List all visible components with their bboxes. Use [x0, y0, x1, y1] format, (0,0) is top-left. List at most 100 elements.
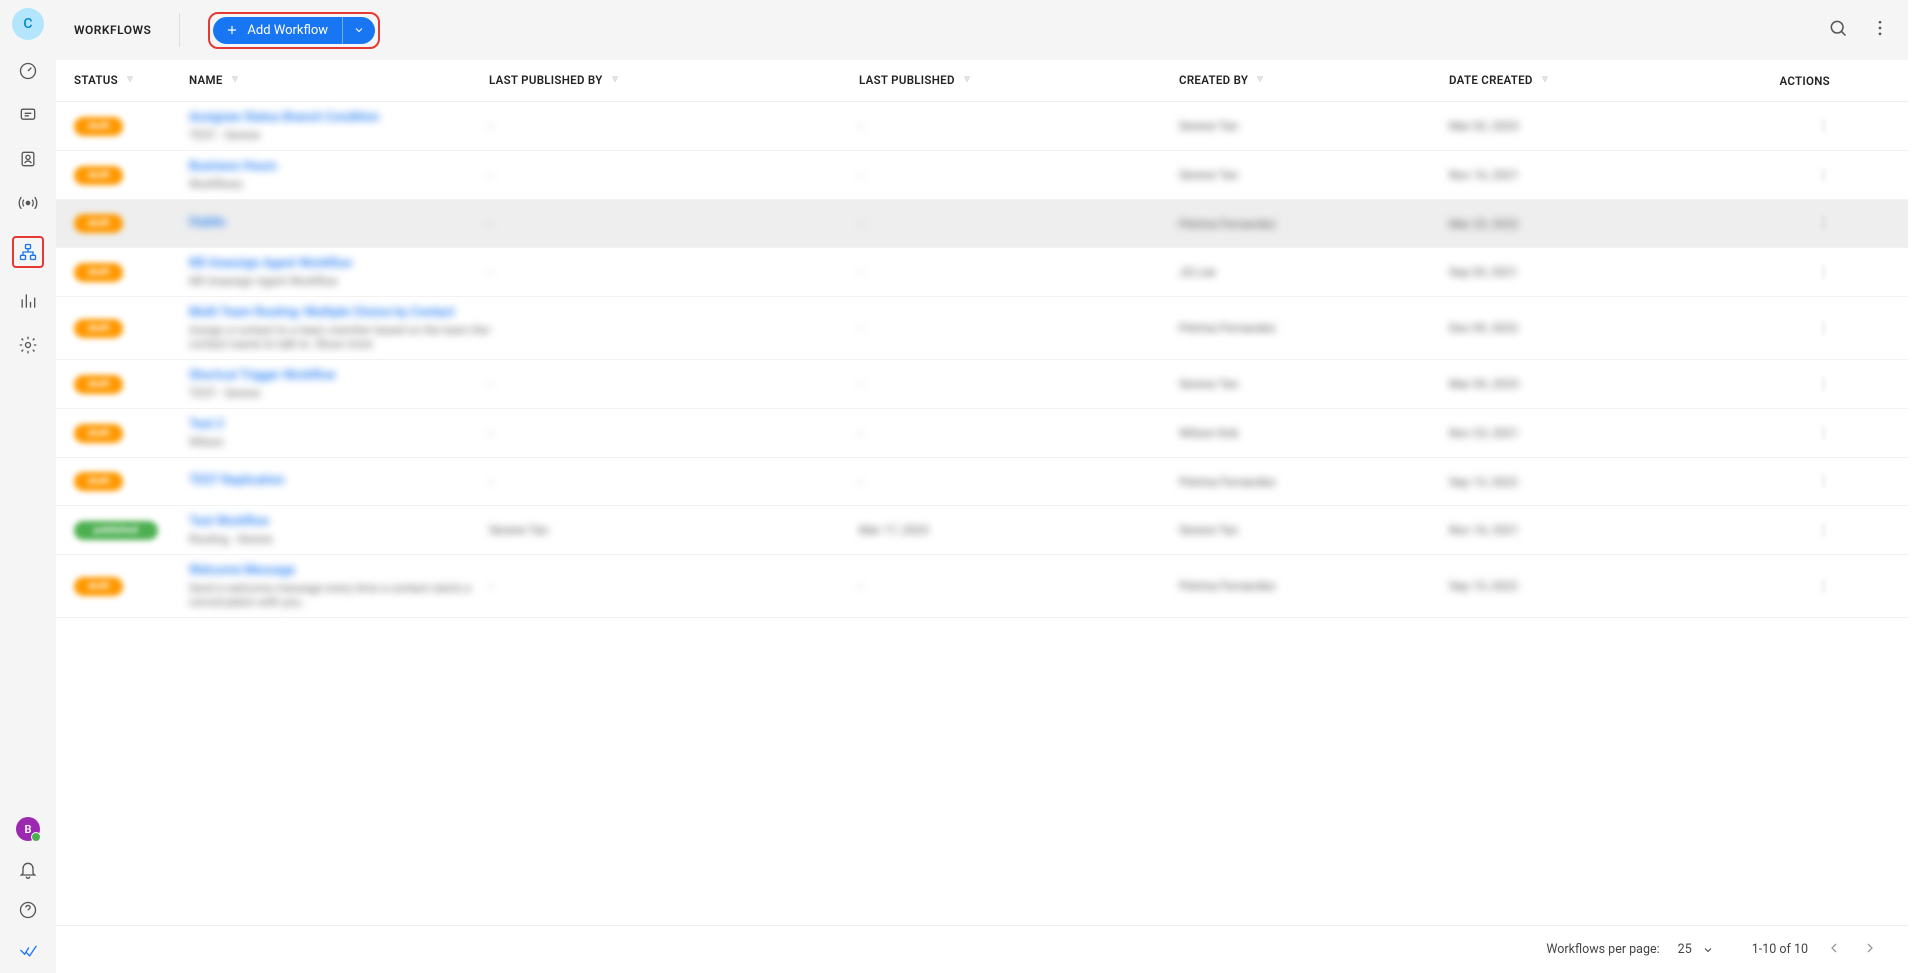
row-more-icon[interactable]: ⋮: [1817, 265, 1830, 280]
contacts-icon[interactable]: [17, 148, 39, 170]
cell-name: Shortcut Trigger Workflow TEST - Serene: [189, 368, 489, 400]
col-last-published-by[interactable]: LAST PUBLISHED BY: [489, 73, 859, 88]
chevron-down-icon: [1702, 944, 1714, 956]
row-more-icon[interactable]: ⋮: [1817, 377, 1830, 392]
cell-created-by: Serene Tan: [1179, 119, 1449, 133]
table-row[interactable]: draft Shortcut Trigger Workflow TEST - S…: [56, 360, 1908, 409]
dashboard-icon[interactable]: [17, 60, 39, 82]
cell-last-published-by: -: [489, 377, 859, 391]
page-range: 1-10 of 10: [1752, 942, 1808, 957]
notifications-icon[interactable]: [17, 859, 39, 881]
cell-created-by: Serene Tan: [1179, 523, 1449, 537]
divider: [179, 13, 180, 47]
cell-date-created: Nov 16, 2021: [1449, 168, 1699, 182]
cell-last-published-by: -: [489, 265, 859, 279]
help-icon[interactable]: [17, 899, 39, 921]
row-more-icon[interactable]: ⋮: [1817, 523, 1830, 538]
cell-created-by: JQ Lee: [1179, 265, 1449, 279]
cell-created-by: Wilson Kok: [1179, 426, 1449, 440]
table-row[interactable]: draft Assignee Status Branch Condition T…: [56, 102, 1908, 151]
workflows-icon[interactable]: [17, 241, 39, 263]
cell-last-published: -: [859, 265, 1179, 279]
row-more-icon[interactable]: ⋮: [1817, 168, 1830, 183]
col-created-by[interactable]: CREATED BY: [1179, 73, 1449, 88]
broadcast-icon[interactable]: [17, 192, 39, 214]
status-badge: draft: [74, 472, 123, 491]
table-row[interactable]: draft Test 3 Wilson - - Wilson Kok Nov 2…: [56, 409, 1908, 458]
next-page-button[interactable]: [1862, 940, 1878, 960]
col-status[interactable]: STATUS: [74, 73, 189, 88]
page-title: WORKFLOWS: [74, 23, 151, 37]
cell-last-published: -: [859, 217, 1179, 231]
per-page-label: Workflows per page:: [1546, 942, 1659, 957]
current-user-avatar[interactable]: B: [16, 817, 40, 841]
cell-name: Test 3 Wilson: [189, 417, 489, 449]
row-more-icon[interactable]: ⋮: [1817, 579, 1830, 594]
row-more-icon[interactable]: ⋮: [1817, 321, 1830, 336]
cell-name: Welcome Message Send a welcome message e…: [189, 563, 489, 609]
table-row[interactable]: draft TEST Replication - - Petrina Ferna…: [56, 458, 1908, 506]
row-more-icon[interactable]: ⋮: [1817, 119, 1830, 134]
table-row[interactable]: draft Multi Team Routing: Multiple Choic…: [56, 297, 1908, 360]
cell-last-published-by: -: [489, 168, 859, 182]
table-row[interactable]: draft KB Unassign Agent Workflow KB Unas…: [56, 248, 1908, 297]
cell-name: TEST Replication: [189, 473, 489, 491]
workspace-avatar[interactable]: C: [12, 8, 44, 40]
status-badge: draft: [74, 166, 123, 185]
messages-icon[interactable]: [17, 104, 39, 126]
sidebar: C B: [0, 0, 56, 973]
table-header: STATUS NAME LAST PUBLISHED BY LAST PUBLI…: [56, 60, 1908, 102]
prev-page-button[interactable]: [1826, 940, 1842, 960]
cell-date-created: Sep 03, 2021: [1449, 265, 1699, 279]
search-icon[interactable]: [1828, 18, 1848, 42]
topbar-actions: [1828, 18, 1890, 42]
cell-last-published-by: -: [489, 579, 859, 593]
cell-name: Assignee Status Branch Condition TEST - …: [189, 110, 489, 142]
cell-name: Business Hours Workflows: [189, 159, 489, 191]
per-page-select[interactable]: 25: [1678, 942, 1714, 957]
table-body: draft Assignee Status Branch Condition T…: [56, 102, 1908, 973]
cell-last-published: -: [859, 321, 1179, 335]
table-row[interactable]: draft Hubilo - - Petrina Fernandez Mar 2…: [56, 200, 1908, 248]
main-content: STATUS NAME LAST PUBLISHED BY LAST PUBLI…: [56, 60, 1908, 973]
row-more-icon[interactable]: ⋮: [1817, 474, 1830, 489]
add-workflow-dropdown[interactable]: [342, 17, 375, 44]
settings-icon[interactable]: [17, 334, 39, 356]
row-more-icon[interactable]: ⋮: [1817, 426, 1830, 441]
more-icon[interactable]: [1870, 18, 1890, 42]
add-workflow-button[interactable]: Add Workflow: [213, 17, 342, 44]
reports-icon[interactable]: [17, 290, 39, 312]
brand-icon[interactable]: [17, 939, 39, 961]
cell-date-created: Dec 09, 2022: [1449, 321, 1699, 335]
cell-name: Multi Team Routing: Multiple Choice by C…: [189, 305, 489, 351]
table-row[interactable]: draft Business Hours Workflows - - Seren…: [56, 151, 1908, 200]
cell-last-published: -: [859, 377, 1179, 391]
col-name[interactable]: NAME: [189, 73, 489, 88]
topbar: WORKFLOWS Add Workflow: [56, 0, 1908, 60]
cell-date-created: Mar 23, 2022: [1449, 217, 1699, 231]
cell-name: KB Unassign Agent Workflow KB Unassign A…: [189, 256, 489, 288]
sort-icon: [229, 73, 241, 88]
cell-last-published: -: [859, 168, 1179, 182]
status-badge: draft: [74, 263, 123, 282]
cell-last-published-by: -: [489, 321, 859, 335]
status-badge: draft: [74, 577, 123, 596]
add-workflow-label: Add Workflow: [247, 23, 328, 38]
row-more-icon[interactable]: ⋮: [1817, 216, 1830, 231]
sort-icon: [1539, 73, 1551, 88]
cell-last-published: -: [859, 579, 1179, 593]
col-actions: ACTIONS: [1699, 74, 1890, 88]
cell-last-published-by: -: [489, 119, 859, 133]
cell-date-created: Mar 02, 2023: [1449, 119, 1699, 133]
cell-date-created: Sep 13, 2022: [1449, 475, 1699, 489]
table-row[interactable]: published Test Workflow Routing - Serene…: [56, 506, 1908, 555]
col-date-created[interactable]: DATE CREATED: [1449, 73, 1699, 88]
sidebar-nav: [12, 60, 44, 356]
cell-date-created: Sep 15, 2022: [1449, 579, 1699, 593]
cell-created-by: Petrina Fernandez: [1179, 217, 1449, 231]
col-last-published[interactable]: LAST PUBLISHED: [859, 73, 1179, 88]
table-row[interactable]: draft Welcome Message Send a welcome mes…: [56, 555, 1908, 618]
cell-last-published-by: -: [489, 217, 859, 231]
cell-last-published-by: -: [489, 426, 859, 440]
cell-created-by: Serene Tan: [1179, 168, 1449, 182]
